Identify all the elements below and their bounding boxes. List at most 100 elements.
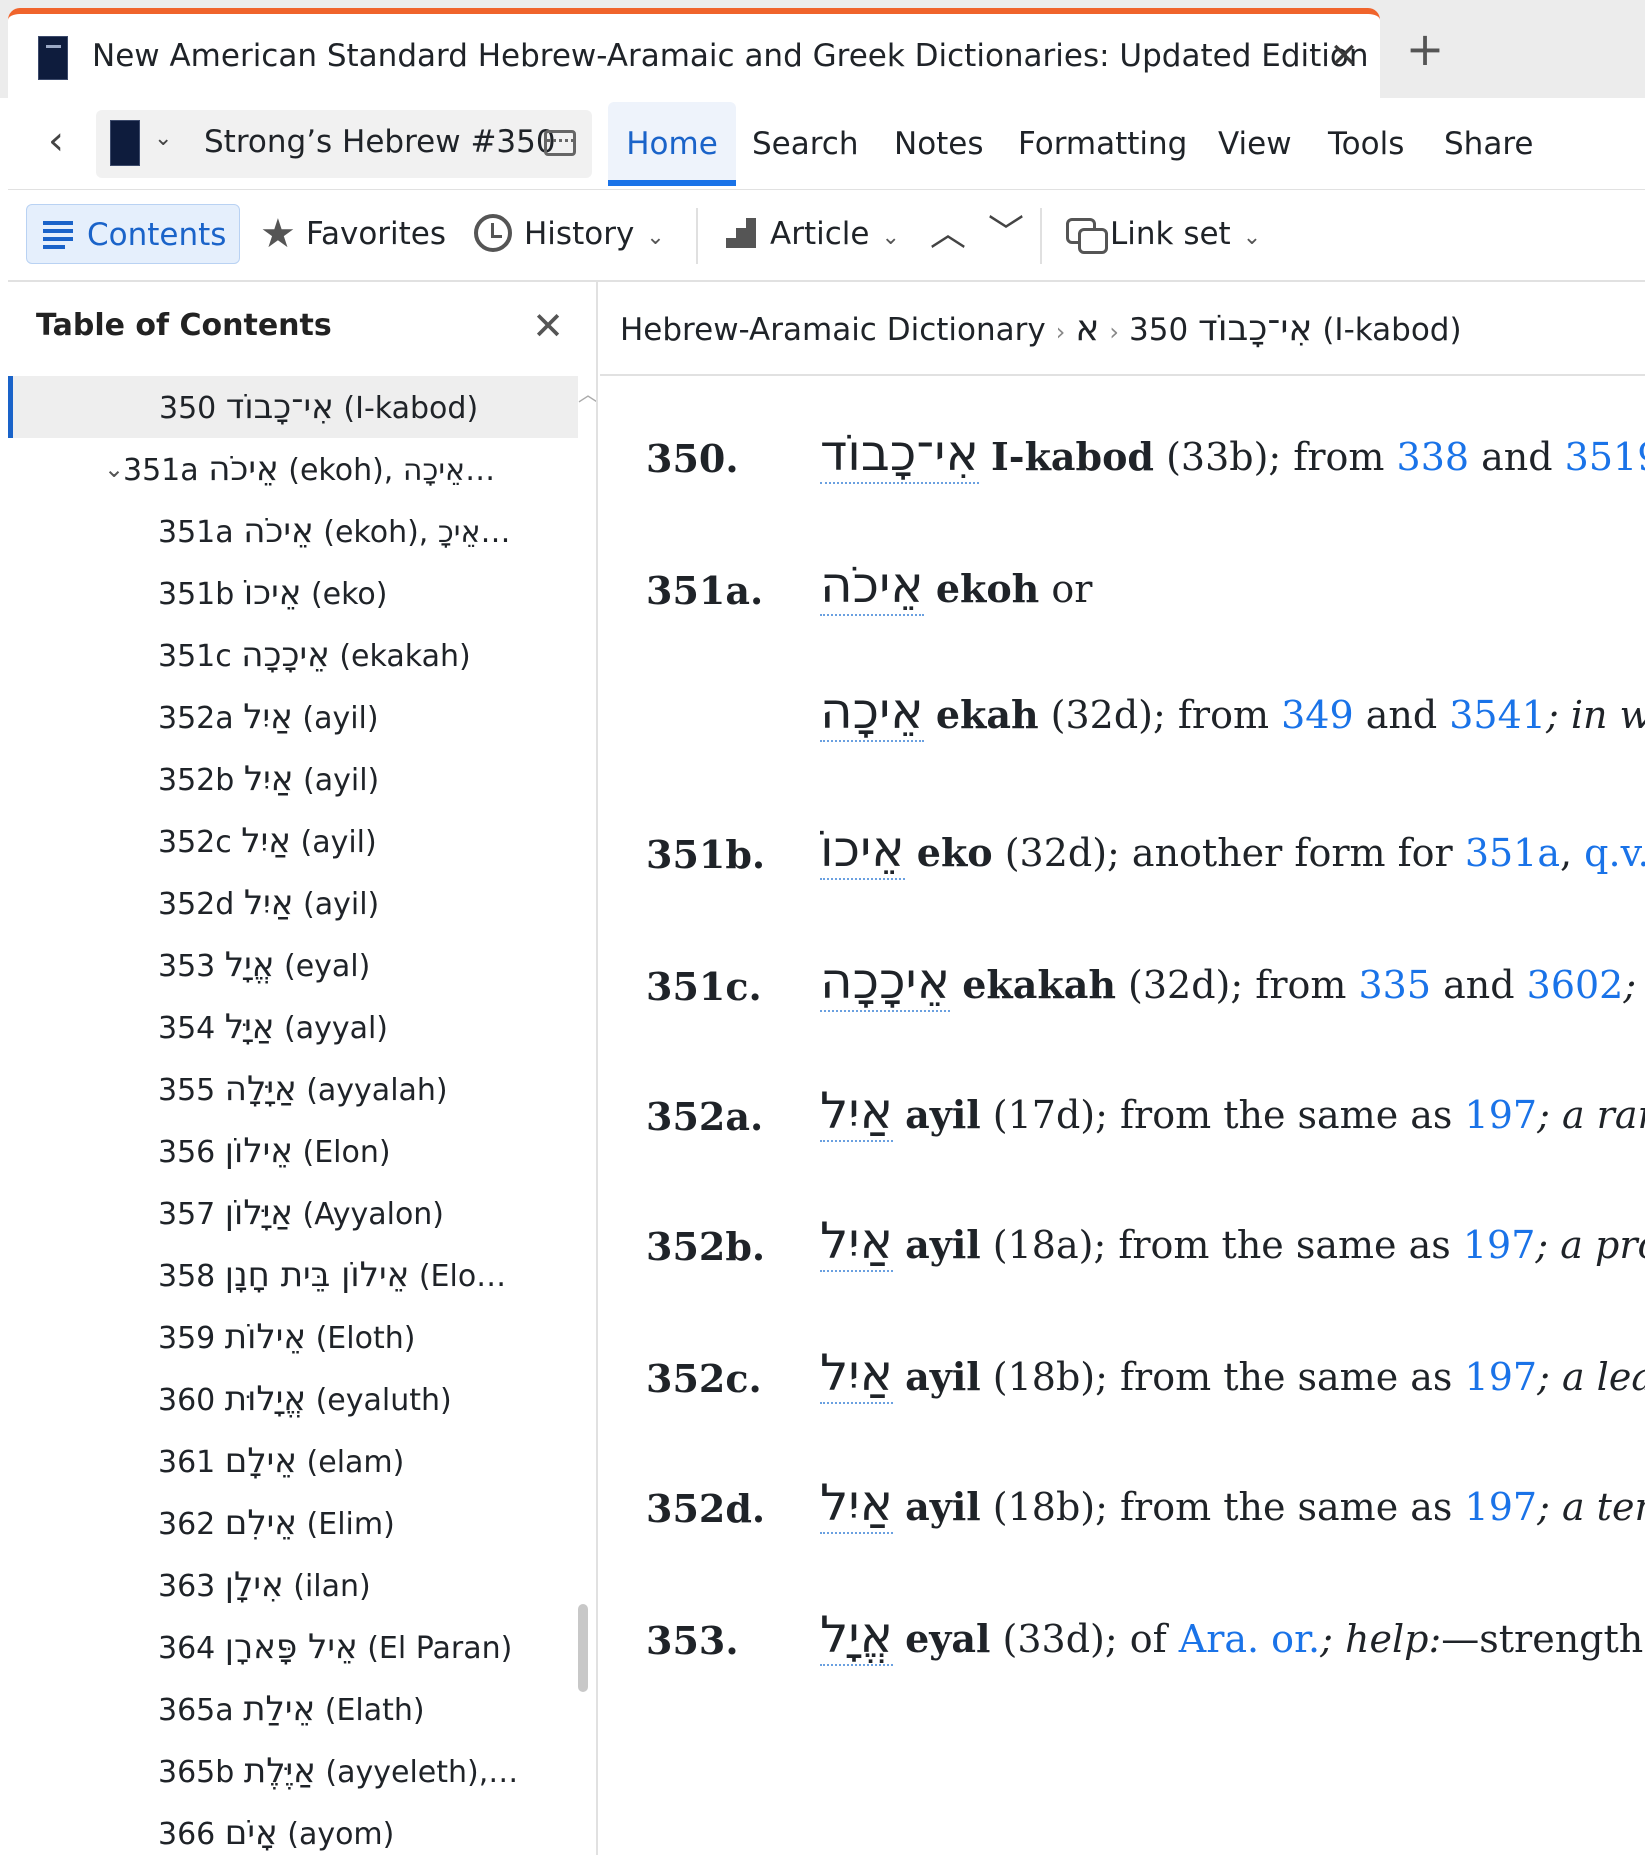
toc-item-number: 352b	[158, 763, 244, 798]
breadcrumb-entry-latin[interactable]: (I-kabod)	[1322, 312, 1461, 348]
entry-hebrew[interactable]: אֱיָל	[820, 1606, 894, 1666]
entry-hebrew[interactable]: אִי־כָבוֹד	[820, 424, 979, 484]
entry-hebrew[interactable]: אַיִל	[820, 1474, 894, 1534]
chevron-down-icon[interactable]: ⌄	[1243, 225, 1261, 250]
toc-item-latin: (ayom)	[277, 1817, 395, 1852]
tab-formatting[interactable]: Formatting	[1018, 102, 1187, 186]
toc-item-hebrew: אֵילוֹן	[224, 1131, 293, 1171]
back-button[interactable]: ‹	[36, 116, 76, 166]
previous-article-button[interactable]: ︿	[926, 204, 970, 264]
toc-item[interactable]: 351b אֵיכוֹ (eko)	[8, 562, 578, 624]
chevron-down-icon[interactable]: ⌄	[881, 225, 899, 250]
entry-link[interactable]: 3602	[1527, 963, 1624, 1007]
toc-item[interactable]: 354 אַיָּל (ayyal)	[8, 996, 578, 1058]
entry-link[interactable]: 349	[1281, 693, 1354, 737]
toc-item[interactable]: 351c אֵיכָכָה (ekakah)	[8, 624, 578, 686]
tab-notes[interactable]: Notes	[894, 102, 984, 186]
contents-button[interactable]: Contents	[26, 204, 240, 264]
scroll-up-icon[interactable]: ︿	[578, 378, 596, 407]
toc-item[interactable]: 365a אֵילַת (Elath)	[8, 1678, 578, 1740]
entry-link[interactable]: 3519b	[1565, 435, 1645, 479]
toc-item-number: 366	[158, 1817, 225, 1852]
toc-item[interactable]: 352c אַיִל (ayil)	[8, 810, 578, 872]
toc-item[interactable]: 356 אֵילוֹן (Elon)	[8, 1120, 578, 1182]
toc-item[interactable]: 357 אַיָּלוֹן (Ayyalon)	[8, 1182, 578, 1244]
toc-item[interactable]: 352d אַיִל (ayil)	[8, 872, 578, 934]
toc-item[interactable]: 358 אֵילוֹן בֵּית חָנָן (Elo…	[8, 1244, 578, 1306]
favorites-button[interactable]: ★ Favorites	[256, 204, 446, 264]
entry-hebrew[interactable]: אַיִל	[820, 1212, 894, 1272]
breadcrumb-entry-hebrew[interactable]: אִי־כָבוֹד	[1198, 308, 1312, 349]
toc-item-latin: (ayyeleth),…	[315, 1755, 519, 1790]
toc-item-latin: (I-kabod)	[333, 391, 479, 426]
breadcrumb-letter[interactable]: א	[1075, 308, 1099, 349]
toc-item-hebrew: אַיִל	[243, 883, 294, 923]
entry-link[interactable]: Ara. or.	[1179, 1617, 1320, 1661]
tab-home[interactable]: Home	[608, 102, 736, 186]
toc-item[interactable]: 364 אֵיל פָּארָן (El Paran)	[8, 1616, 578, 1678]
entry-link[interactable]: 197	[1465, 1485, 1538, 1529]
next-article-button[interactable]: ﹀	[984, 204, 1028, 264]
entry-link[interactable]: q.v.	[1584, 831, 1645, 875]
breadcrumb-entry-number[interactable]: 350	[1129, 312, 1188, 348]
keyboard-icon[interactable]	[544, 130, 576, 156]
entry-link[interactable]: 197	[1465, 1093, 1538, 1137]
chevron-down-icon[interactable]: ⌄	[154, 126, 172, 151]
toc-item[interactable]: 360 אֱיָלוּת (eyaluth)	[8, 1368, 578, 1430]
toc-item[interactable]: 355 אַיָּלָה (ayyalah)	[8, 1058, 578, 1120]
link-set-button[interactable]: Link set ⌄	[1062, 204, 1261, 264]
tab-view[interactable]: View	[1218, 102, 1292, 186]
entry-hebrew[interactable]: אַיִל	[820, 1344, 894, 1404]
entry-link[interactable]: 3541	[1449, 693, 1546, 737]
document-tab[interactable]: New American Standard Hebrew-Aramaic and…	[8, 8, 1380, 98]
close-tab-icon[interactable]: ✕	[1324, 36, 1364, 76]
toc-item[interactable]: 365b אַיֶּלֶת (ayyeleth),…	[8, 1740, 578, 1802]
toc-item[interactable]: 350 אִי־כָבוֹד (I-kabod)	[8, 376, 578, 438]
toc-item[interactable]: 352b אַיִל (ayil)	[8, 748, 578, 810]
tab-search[interactable]: Search	[752, 102, 859, 186]
tab-share[interactable]: Share	[1444, 102, 1533, 186]
entry-body: אַיִל ayil (18b); from the same as 197; …	[820, 1474, 1645, 1534]
entry-hebrew[interactable]: אֵיכָכָה	[820, 952, 951, 1012]
entry-hebrew[interactable]: אַיִל	[820, 1082, 894, 1142]
entry-row: 352c. אַיִל ayil (18b); from the same as …	[600, 1334, 1645, 1414]
entry-body: אַיִל ayil (17d); from the same as 197; …	[820, 1082, 1645, 1142]
toc-item-latin: (eyal)	[274, 949, 371, 984]
toc-item[interactable]: 362 אֵילִם (Elim)	[8, 1492, 578, 1554]
toc-item-hebrew: אַיִל	[243, 759, 294, 799]
new-tab-button[interactable]: +	[1400, 26, 1450, 76]
chevron-right-icon: ›	[1055, 318, 1066, 346]
book-cover-icon[interactable]	[110, 120, 140, 166]
close-icon[interactable]: ✕	[528, 304, 568, 348]
reference-box[interactable]: ⌄ Strong’s Hebrew #350	[96, 110, 592, 178]
reference-text[interactable]: Strong’s Hebrew #350	[204, 124, 556, 160]
entry-link[interactable]: 335	[1358, 963, 1431, 1007]
entry-link[interactable]: 338	[1397, 435, 1470, 479]
history-button[interactable]: History ⌄	[470, 204, 665, 264]
scrollbar[interactable]	[578, 1604, 588, 1692]
toc-item[interactable]: 351a אֵיכֹה (ekoh), אֵיכָ…	[8, 500, 578, 562]
entry-row: 351a. אֵיכֹה ekoh or	[600, 546, 1645, 626]
entry-link[interactable]: 351a	[1465, 831, 1560, 875]
chevron-down-icon[interactable]: ⌄	[646, 225, 664, 250]
entry-hebrew[interactable]: אֵיכוֹ	[820, 820, 905, 880]
entry-hebrew[interactable]: אֵיכֹה	[820, 556, 924, 616]
entry-link[interactable]: 197	[1465, 1355, 1538, 1399]
tab-tools[interactable]: Tools	[1328, 102, 1404, 186]
toc-item[interactable]: 353 אֱיָל (eyal)	[8, 934, 578, 996]
toc-item[interactable]: 352a אַיִל (ayil)	[8, 686, 578, 748]
toc-item-number: 364	[158, 1631, 225, 1666]
toc-item[interactable]: 363 אִילָן (ilan)	[8, 1554, 578, 1616]
entry-link[interactable]: 197	[1463, 1223, 1536, 1267]
toc-item-hebrew: אֵילַת	[243, 1689, 316, 1729]
toc-item[interactable]: 361 אֵילָם (elam)	[8, 1430, 578, 1492]
breadcrumb-dictionary[interactable]: Hebrew-Aramaic Dictionary	[620, 312, 1046, 348]
toc-item-number: 362	[158, 1507, 225, 1542]
chevron-down-icon[interactable]: ⌄	[104, 438, 124, 500]
article-button[interactable]: Article ⌄	[718, 204, 900, 264]
entry-hebrew[interactable]: אֵיכָה	[820, 682, 924, 742]
toc-item[interactable]: 366 אָיֹם (ayom)	[8, 1802, 578, 1855]
toc-item[interactable]: ⌄ 351a אֵיכֹה (ekoh), אֵיכָה…	[8, 438, 578, 500]
divider	[600, 374, 1645, 376]
toc-item[interactable]: 359 אֵילוֹת (Eloth)	[8, 1306, 578, 1368]
